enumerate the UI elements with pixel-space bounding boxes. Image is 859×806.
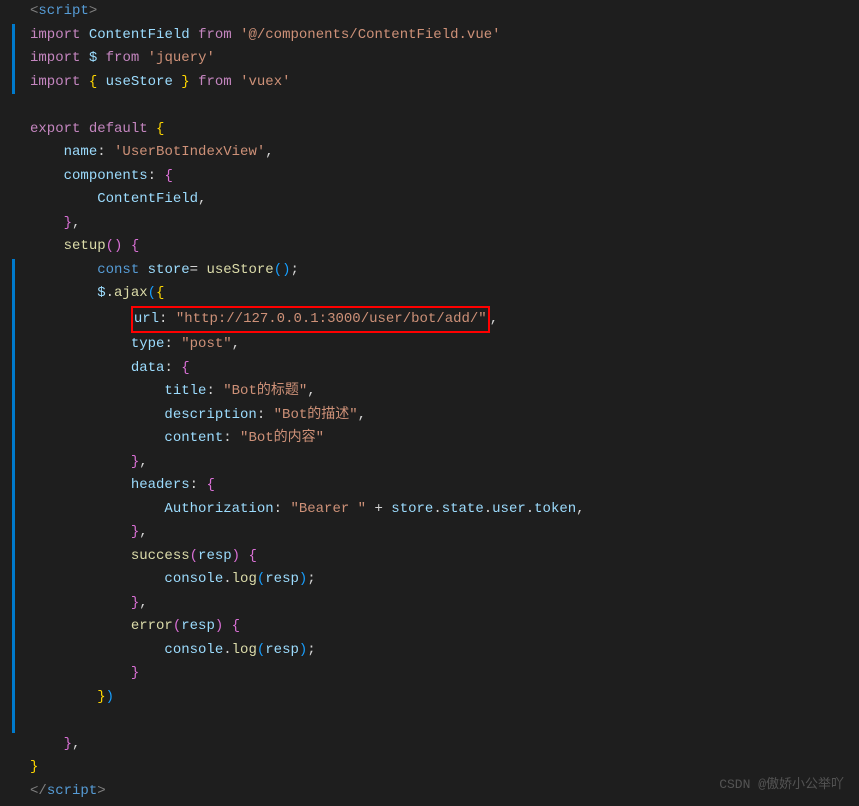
code-line: Authorization: "Bearer " + store.state.u…: [10, 498, 859, 522]
code-line: setup() {: [10, 235, 859, 259]
code-line: success(resp) {: [10, 545, 859, 569]
highlighted-url: url: "http://127.0.0.1:3000/user/bot/add…: [131, 306, 490, 334]
code-line: },: [10, 212, 859, 236]
code-line: description: "Bot的描述",: [10, 404, 859, 428]
code-line: <script>: [10, 0, 859, 24]
code-line: error(resp) {: [10, 615, 859, 639]
code-line: },: [10, 521, 859, 545]
code-line: },: [10, 451, 859, 475]
code-editor[interactable]: <script> import ContentField from '@/com…: [0, 0, 859, 803]
code-line: name: 'UserBotIndexView',: [10, 141, 859, 165]
code-line: components: {: [10, 165, 859, 189]
code-line: const store= useStore();: [10, 259, 859, 283]
code-line: url: "http://127.0.0.1:3000/user/bot/add…: [10, 306, 859, 334]
code-line: console.log(resp);: [10, 639, 859, 663]
code-line: console.log(resp);: [10, 568, 859, 592]
code-line: type: "post",: [10, 333, 859, 357]
code-line: data: {: [10, 357, 859, 381]
code-line: headers: {: [10, 474, 859, 498]
code-line: import ContentField from '@/components/C…: [10, 24, 859, 48]
code-line: }): [10, 686, 859, 710]
code-line: [10, 94, 859, 118]
code-line: import $ from 'jquery': [10, 47, 859, 71]
code-line: }: [10, 662, 859, 686]
code-line: },: [10, 592, 859, 616]
code-line: },: [10, 733, 859, 757]
code-line: content: "Bot的内容": [10, 427, 859, 451]
code-line: import { useStore } from 'vuex': [10, 71, 859, 95]
code-line: ContentField,: [10, 188, 859, 212]
code-line: title: "Bot的标题",: [10, 380, 859, 404]
watermark-text: CSDN @傲娇小公举吖: [719, 773, 844, 797]
code-line: export default {: [10, 118, 859, 142]
code-line: [10, 709, 859, 733]
code-line: $.ajax({: [10, 282, 859, 306]
